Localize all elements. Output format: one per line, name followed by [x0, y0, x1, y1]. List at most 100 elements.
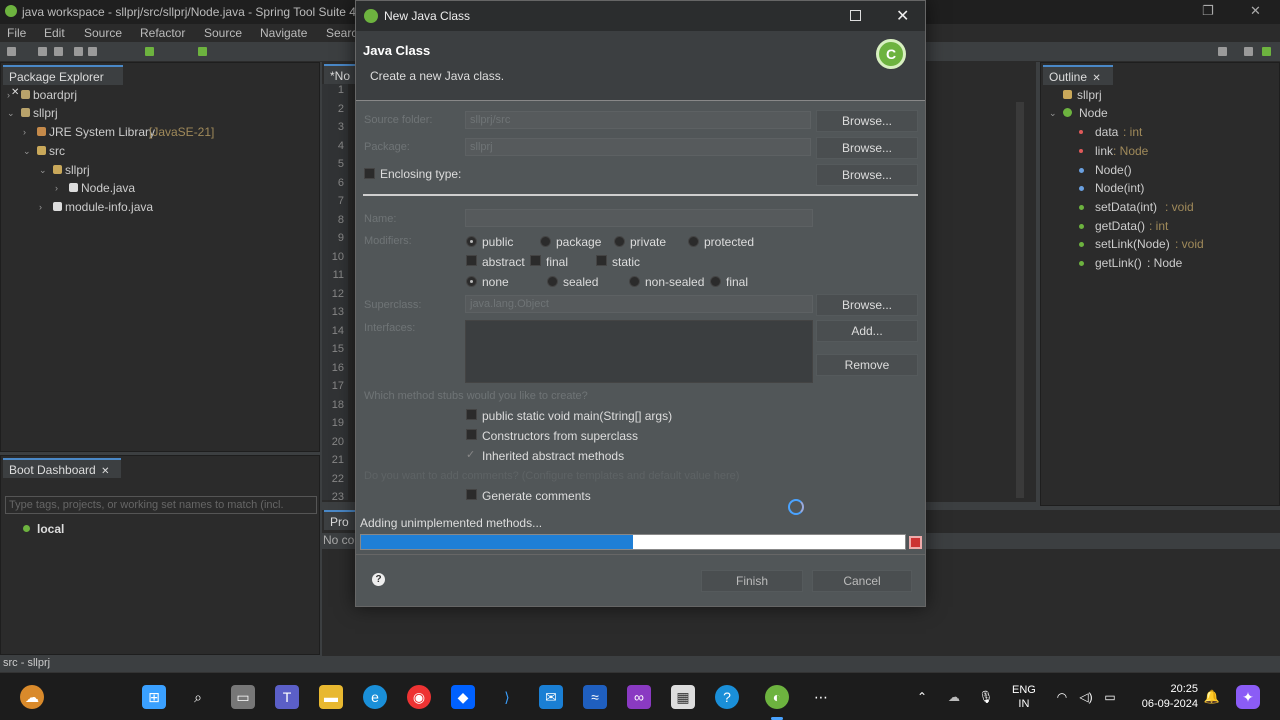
- edge-icon[interactable]: e: [363, 685, 387, 709]
- browse-source-folder-button[interactable]: Browse...: [816, 110, 918, 132]
- boot-filter-input[interactable]: Type tags, projects, or working set name…: [5, 496, 317, 514]
- tab-package-explorer[interactable]: Package Explorer ✕: [3, 65, 123, 98]
- language-indicator[interactable]: ENG IN: [1012, 683, 1036, 711]
- close-icon[interactable]: ✕: [896, 6, 909, 26]
- file-explorer-icon[interactable]: ▬: [319, 685, 343, 709]
- copilot-icon[interactable]: ✦: [1236, 685, 1260, 709]
- search-icon[interactable]: ⌕: [186, 685, 210, 709]
- volume-icon[interactable]: ◁): [1074, 685, 1098, 709]
- dropbox-icon[interactable]: ◆: [451, 685, 475, 709]
- chrome-icon[interactable]: ◉: [407, 685, 431, 709]
- start-icon[interactable]: ⊞: [142, 685, 166, 709]
- undo-icon[interactable]: [74, 47, 83, 56]
- finish-button[interactable]: Finish: [701, 570, 803, 592]
- battery-icon[interactable]: ▭: [1098, 685, 1122, 709]
- network-status-icon[interactable]: ☁: [942, 685, 966, 709]
- help-icon[interactable]: ?: [372, 573, 385, 586]
- menu-refactor[interactable]: Refactor: [140, 26, 185, 40]
- spring-perspective-icon[interactable]: [1262, 47, 1271, 56]
- modifier-static-checkbox[interactable]: [596, 255, 607, 266]
- clipchamp-icon[interactable]: ∞: [627, 685, 651, 709]
- run-icon[interactable]: [145, 47, 154, 56]
- stub-main-checkbox[interactable]: [466, 409, 477, 420]
- stub-inherited-checkbox[interactable]: ✓: [466, 448, 475, 461]
- generate-comments-checkbox[interactable]: [466, 489, 477, 500]
- line-number-gutter: 1234567891011121314151617181920212223242…: [322, 84, 348, 559]
- dialog-footer-divider: [356, 554, 925, 555]
- store-icon[interactable]: ▦: [671, 685, 695, 709]
- menu-navigate[interactable]: Navigate: [260, 26, 307, 40]
- save-icon[interactable]: [38, 47, 47, 56]
- line-number: 16: [331, 361, 344, 374]
- browse-enclosing-button[interactable]: Browse...: [816, 164, 918, 186]
- weather-icon[interactable]: ☁: [20, 685, 44, 709]
- browse-superclass-button[interactable]: Browse...: [816, 294, 918, 316]
- tab-boot-dashboard[interactable]: Boot Dashboard ✕: [3, 458, 121, 478]
- cancel-button[interactable]: Cancel: [812, 570, 912, 592]
- source-folder-field[interactable]: sllprj/src: [465, 111, 811, 129]
- spring-tool-suite-icon[interactable]: ◐: [765, 685, 789, 709]
- menu-search[interactable]: Searc: [326, 26, 357, 40]
- close-icon[interactable]: ✕: [1250, 3, 1261, 19]
- maximize-icon[interactable]: [850, 10, 861, 21]
- tab-outline[interactable]: Outline ✕: [1043, 65, 1113, 85]
- modifier-protected-radio[interactable]: [688, 236, 699, 247]
- vertical-scrollbar[interactable]: [1016, 102, 1024, 498]
- more-icon[interactable]: ⋯: [809, 685, 833, 709]
- line-number: 4: [337, 139, 344, 152]
- microphone-icon[interactable]: 🎙: [974, 685, 998, 709]
- notification-bell-icon[interactable]: 🔔: [1200, 685, 1224, 709]
- modifier-public-radio[interactable]: [466, 236, 477, 247]
- stub-constructors-checkbox[interactable]: [466, 429, 477, 440]
- remove-interface-button[interactable]: Remove: [816, 354, 918, 376]
- line-number: 10: [331, 250, 344, 263]
- stop-icon[interactable]: [909, 536, 922, 549]
- menu-source[interactable]: Source: [84, 26, 122, 40]
- redo-icon[interactable]: [88, 47, 97, 56]
- debug-icon[interactable]: [198, 47, 207, 56]
- whiteboard-icon[interactable]: ≈: [583, 685, 607, 709]
- restore-icon[interactable]: ❐: [1202, 3, 1214, 19]
- vscode-icon[interactable]: ⟩: [495, 685, 519, 709]
- non-sealed-radio[interactable]: [629, 276, 640, 287]
- menu-file[interactable]: File: [7, 26, 26, 40]
- search-icon[interactable]: [1218, 47, 1227, 56]
- add-interface-button[interactable]: Add...: [816, 320, 918, 342]
- menu-edit[interactable]: Edit: [44, 26, 65, 40]
- modifier-final-checkbox[interactable]: [530, 255, 541, 266]
- final-class-radio[interactable]: [710, 276, 721, 287]
- superclass-field[interactable]: java.lang.Object: [465, 295, 813, 313]
- chevron-right-icon: ›: [39, 202, 42, 212]
- chevron-up-icon[interactable]: ⌃: [910, 685, 934, 709]
- sealed-none-radio[interactable]: [466, 276, 477, 287]
- close-icon[interactable]: ✕: [11, 87, 19, 98]
- close-icon[interactable]: ✕: [1092, 73, 1100, 84]
- clock[interactable]: 20:25 06-09-2024: [1134, 682, 1198, 712]
- mail-icon[interactable]: ✉: [539, 685, 563, 709]
- package-field[interactable]: sllprj: [465, 138, 811, 156]
- wifi-icon[interactable]: ◠: [1050, 685, 1074, 709]
- help-app-icon[interactable]: ?: [715, 685, 739, 709]
- project-icon: [21, 108, 30, 117]
- teams-icon[interactable]: T: [275, 685, 299, 709]
- task-view-icon[interactable]: ▭: [231, 685, 255, 709]
- modifier-abstract-checkbox[interactable]: [466, 255, 477, 266]
- list-item[interactable]: local: [23, 522, 64, 536]
- menu-source-2[interactable]: Source: [204, 26, 242, 40]
- modifier-protected-label: protected: [704, 235, 755, 249]
- close-icon[interactable]: ✕: [101, 466, 109, 477]
- line-number: 15: [331, 343, 344, 355]
- progress-fill: [361, 535, 633, 549]
- name-field[interactable]: [465, 209, 813, 227]
- browse-package-button[interactable]: Browse...: [816, 137, 918, 159]
- new-icon[interactable]: [7, 47, 16, 56]
- modifier-private-radio[interactable]: [614, 236, 625, 247]
- sealed-radio[interactable]: [547, 276, 558, 287]
- perspective-icon[interactable]: [1244, 47, 1253, 56]
- enclosing-type-checkbox[interactable]: [364, 168, 375, 179]
- constructor-icon: [1079, 186, 1084, 191]
- stub-inherited-label: Inherited abstract methods: [482, 449, 625, 463]
- save-all-icon[interactable]: [54, 47, 63, 56]
- interfaces-list[interactable]: [465, 320, 813, 383]
- modifier-package-radio[interactable]: [540, 236, 551, 247]
